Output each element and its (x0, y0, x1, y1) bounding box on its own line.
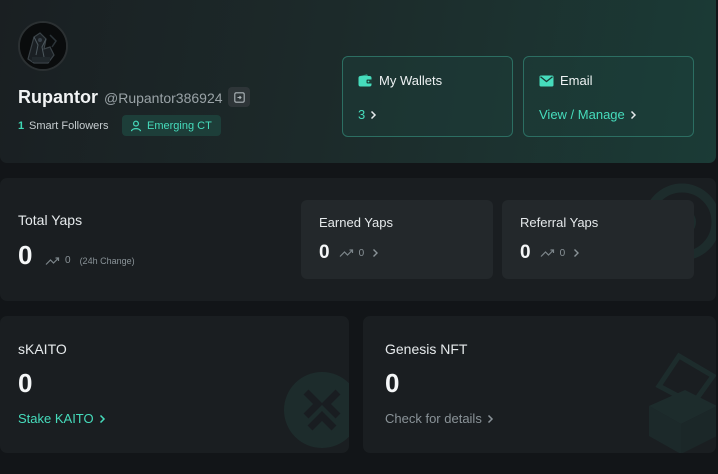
total-yaps-label: Total Yaps (18, 212, 83, 228)
wallet-icon (358, 74, 373, 87)
earned-yaps-change: 0 (358, 247, 365, 259)
my-wallets-card[interactable]: My Wallets 3 (342, 56, 513, 137)
total-yaps-change: 0 (65, 255, 71, 266)
genesis-nft-card: Genesis NFT 0 Check for details (363, 316, 716, 453)
genesis-nft-title: Genesis NFT (385, 341, 468, 357)
earned-yaps-value: 0 (319, 242, 330, 263)
skaito-title: sKAITO (18, 341, 67, 357)
change-period-label: (24h Change) (79, 255, 135, 266)
referral-yaps-value: 0 (520, 242, 531, 263)
yaps-panel: Total Yaps 0 0 (24h Change) Earned Yaps … (0, 178, 716, 301)
wallets-count: 3 (358, 107, 366, 122)
chevron-right-icon (371, 110, 377, 119)
smart-followers-count[interactable]: 1 (18, 120, 24, 132)
badge-label: Emerging CT (147, 119, 212, 132)
referral-yaps-label: Referral Yaps (520, 215, 599, 230)
total-yaps-value: 0 (18, 240, 33, 270)
check-details-label: Check for details (385, 411, 482, 426)
skaito-value: 0 (18, 368, 33, 398)
copy-handle-button[interactable] (228, 87, 250, 107)
skaito-card: sKAITO 0 Stake KAITO (0, 316, 349, 453)
trend-up-icon (339, 249, 353, 257)
username: Rupantor (18, 87, 98, 107)
genesis-nft-value: 0 (385, 368, 400, 398)
treasure-box-watermark-icon (649, 352, 716, 453)
check-details-link[interactable]: Check for details (385, 411, 494, 426)
referral-yaps-change: 0 (559, 247, 566, 259)
email-manage-link[interactable]: View / Manage (539, 107, 625, 122)
mail-icon (539, 75, 554, 86)
referral-yaps-card: Referral Yaps 0 0 (502, 200, 694, 279)
avatar[interactable] (18, 21, 68, 71)
smart-followers-label: Smart Followers (29, 120, 109, 132)
chevron-right-icon (99, 414, 105, 423)
stake-kaito-label: Stake KAITO (18, 411, 94, 426)
user-icon (130, 120, 142, 131)
earned-yaps-card: Earned Yaps 0 0 (301, 200, 493, 279)
chevron-right-icon (630, 110, 636, 119)
copy-icon (233, 91, 245, 103)
my-wallets-title: My Wallets (379, 73, 443, 88)
emerging-ct-badge: Emerging CT (122, 115, 221, 136)
email-title: Email (560, 73, 593, 88)
trend-up-icon (45, 256, 60, 265)
kaito-watermark-icon (284, 372, 349, 448)
stake-kaito-link[interactable]: Stake KAITO (18, 411, 106, 426)
earned-yaps-label: Earned Yaps (319, 215, 393, 230)
trend-up-icon (540, 249, 554, 257)
user-handle: @Rupantor386924 (104, 90, 223, 106)
chevron-right-icon[interactable] (573, 248, 580, 258)
chevron-right-icon[interactable] (372, 248, 379, 258)
profile-panel: Rupantor @Rupantor386924 1 Smart Followe… (0, 0, 716, 163)
chevron-right-icon (487, 414, 493, 423)
email-card[interactable]: Email View / Manage (523, 56, 694, 137)
